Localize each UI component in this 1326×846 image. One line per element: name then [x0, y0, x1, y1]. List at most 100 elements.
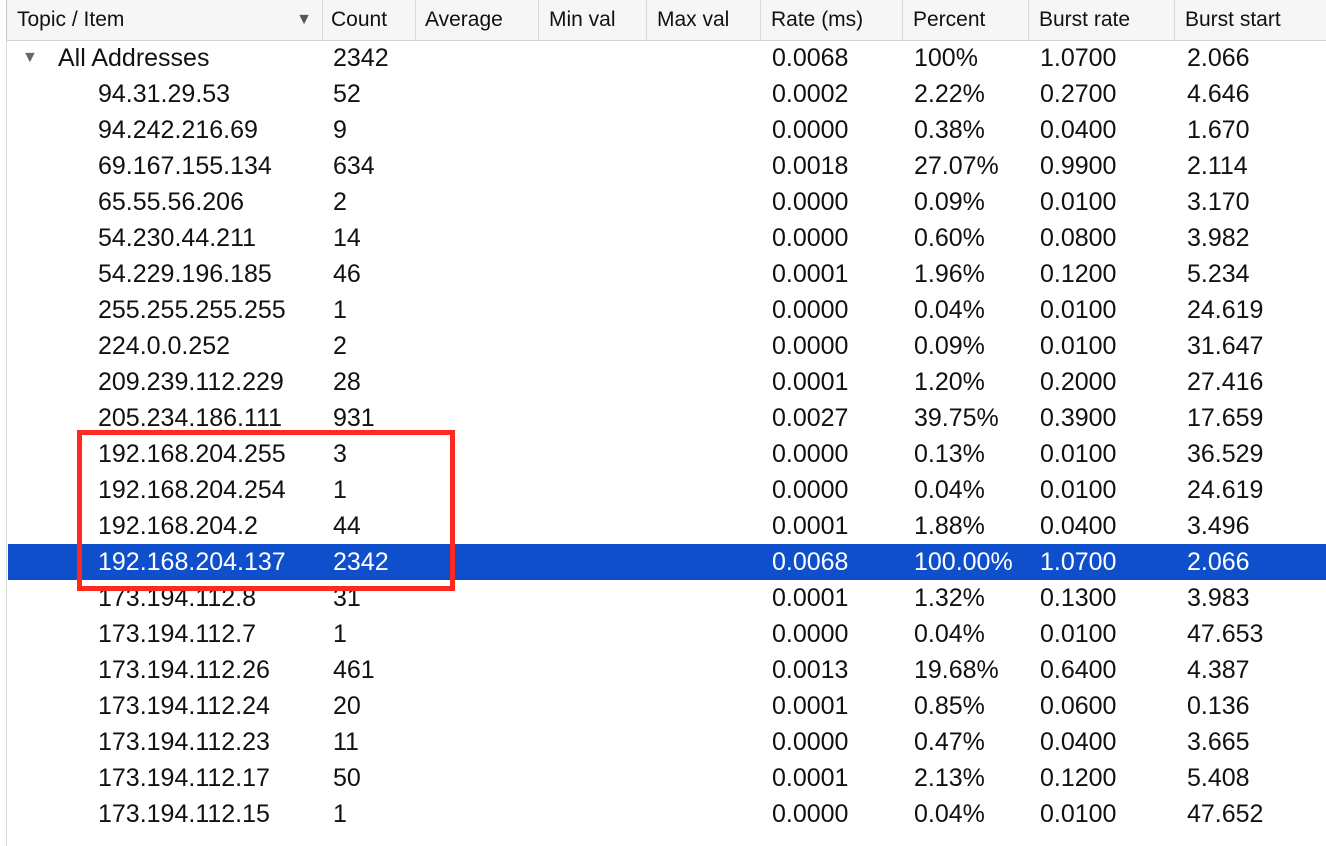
cell-count: 1: [333, 620, 347, 648]
table-row[interactable]: 173.194.112.7 1 0.0000 0.04% 0.0100 47.653: [0, 616, 1326, 652]
cell-percent: 39.75%: [914, 404, 999, 432]
cell-topic: 54.230.44.211: [98, 224, 257, 252]
cell-topic: 65.55.56.206: [98, 188, 244, 216]
column-header-min-val[interactable]: Min val: [539, 0, 647, 40]
cell-count: 52: [333, 80, 361, 108]
table-row[interactable]: 69.167.155.134 634 0.0018 27.07% 0.9900 2.114: [0, 148, 1326, 184]
cell-count: 14: [333, 224, 361, 252]
cell-percent: 0.04%: [914, 800, 985, 828]
column-header-percent[interactable]: Percent: [903, 0, 1029, 40]
cell-topic: 173.194.112.23: [98, 728, 270, 756]
table-row[interactable]: 94.31.29.53 52 0.0002 2.22% 0.2700 4.646: [0, 76, 1326, 112]
table-row[interactable]: 65.55.56.206 2 0.0000 0.09% 0.0100 3.170: [0, 184, 1326, 220]
table-row[interactable]: 209.239.112.229 28 0.0001 1.20% 0.2000 27.416: [0, 364, 1326, 400]
cell-percent: 1.20%: [914, 368, 985, 396]
cell-count: 11: [333, 728, 359, 756]
cell-percent: 0.47%: [914, 728, 985, 756]
cell-percent: 100.00%: [914, 548, 1013, 576]
cell-rate: 0.0000: [772, 728, 849, 756]
cell-rate: 0.0001: [772, 368, 849, 396]
cell-percent: 0.09%: [914, 188, 985, 216]
cell-topic: 173.194.112.15: [98, 800, 270, 828]
cell-percent: 2.22%: [914, 80, 985, 108]
cell-topic: 69.167.155.134: [98, 152, 272, 180]
table-row[interactable]: 192.168.204.254 1 0.0000 0.04% 0.0100 24.619: [0, 472, 1326, 508]
cell-burst-start: 47.653: [1187, 620, 1264, 648]
cell-burst-start: 2.066: [1187, 44, 1250, 72]
cell-topic: 255.255.255.255: [98, 296, 286, 324]
column-header-burst-rate[interactable]: Burst rate: [1029, 0, 1175, 40]
cell-burst-rate: 0.6400: [1040, 656, 1117, 684]
cell-burst-rate: 0.3900: [1040, 404, 1117, 432]
cell-rate: 0.0001: [772, 584, 849, 612]
cell-topic: 192.168.204.255: [98, 440, 286, 468]
cell-burst-start: 31.647: [1187, 332, 1264, 360]
cell-count: 1: [333, 800, 347, 828]
table-row[interactable]: 173.194.112.8 31 0.0001 1.32% 0.1300 3.983: [0, 580, 1326, 616]
cell-burst-rate: 0.1300: [1040, 584, 1117, 612]
cell-burst-start: 4.646: [1187, 80, 1250, 108]
cell-burst-rate: 0.1200: [1040, 260, 1117, 288]
table-row[interactable]: 173.194.112.24 20 0.0001 0.85% 0.0600 0.136: [0, 688, 1326, 724]
table-row[interactable]: 192.168.204.255 3 0.0000 0.13% 0.0100 36.529: [0, 436, 1326, 472]
cell-burst-start: 3.983: [1187, 584, 1250, 612]
cell-rate: 0.0027: [772, 404, 849, 432]
cell-rate: 0.0000: [772, 620, 849, 648]
cell-topic: 173.194.112.24: [98, 692, 270, 720]
cell-topic: All Addresses: [58, 44, 210, 72]
cell-topic: 173.194.112.26: [98, 656, 270, 684]
cell-burst-rate: 0.0100: [1040, 332, 1117, 360]
cell-burst-rate: 0.0100: [1040, 296, 1117, 324]
cell-rate: 0.0000: [772, 440, 849, 468]
cell-rate: 0.0001: [772, 512, 849, 540]
column-header-average[interactable]: Average: [415, 0, 539, 40]
column-header-rate[interactable]: Rate (ms): [761, 0, 903, 40]
cell-burst-start: 3.665: [1187, 728, 1250, 756]
cell-percent: 1.96%: [914, 260, 985, 288]
cell-topic: 173.194.112.7: [98, 620, 257, 648]
cell-burst-rate: 0.0100: [1040, 440, 1117, 468]
table-row[interactable]: 173.194.112.26 461 0.0013 19.68% 0.6400 4.387: [0, 652, 1326, 688]
cell-count: 2: [333, 188, 347, 216]
cell-burst-start: 47.652: [1187, 800, 1264, 828]
cell-topic: 94.31.29.53: [98, 80, 231, 108]
column-header-max-val[interactable]: Max val: [647, 0, 761, 40]
cell-burst-start: 24.619: [1187, 296, 1264, 324]
cell-count: 1: [333, 476, 347, 504]
cell-burst-start: 3.170: [1187, 188, 1250, 216]
column-header-count[interactable]: Count: [321, 0, 416, 40]
table-row-selected[interactable]: 192.168.204.137 2342 0.0068 100.00% 1.0700 2.…: [8, 544, 1326, 580]
cell-burst-rate: 0.0400: [1040, 728, 1117, 756]
cell-burst-start: 1.670: [1187, 116, 1250, 144]
cell-count: 1: [333, 296, 347, 324]
cell-topic: 192.168.204.2: [98, 512, 258, 540]
table-row[interactable]: 255.255.255.255 1 0.0000 0.04% 0.0100 24.619: [0, 292, 1326, 328]
cell-burst-start: 17.659: [1187, 404, 1264, 432]
table-row[interactable]: 173.194.112.15 1 0.0000 0.04% 0.0100 47.652: [0, 796, 1326, 832]
cell-percent: 0.04%: [914, 620, 985, 648]
table-row-all-addresses[interactable]: ▼ All Addresses 2342 0.0068 100% 1.0700 2.066: [0, 40, 1326, 76]
table-row[interactable]: 205.234.186.111 931 0.0027 39.75% 0.3900 17.6…: [0, 400, 1326, 436]
cell-burst-rate: 0.2000: [1040, 368, 1117, 396]
table-row[interactable]: 54.229.196.185 46 0.0001 1.96% 0.1200 5.234: [0, 256, 1326, 292]
sort-descending-icon[interactable]: ▼: [296, 0, 312, 40]
table-row[interactable]: 54.230.44.211 14 0.0000 0.60% 0.0800 3.982: [0, 220, 1326, 256]
cell-percent: 2.13%: [914, 764, 985, 792]
cell-burst-start: 0.136: [1187, 692, 1250, 720]
cell-rate: 0.0002: [772, 80, 849, 108]
cell-topic: 192.168.204.137: [98, 548, 286, 576]
table-row[interactable]: 173.194.112.17 50 0.0001 2.13% 0.1200 5.408: [0, 760, 1326, 796]
table-row[interactable]: 94.242.216.69 9 0.0000 0.38% 0.0400 1.670: [0, 112, 1326, 148]
column-header-topic[interactable]: Topic / Item ▼: [7, 0, 323, 40]
statistics-table: Topic / Item ▼ Count Average Min val Max…: [0, 0, 1326, 846]
cell-count: 28: [333, 368, 361, 396]
column-header-burst-start[interactable]: Burst start: [1175, 0, 1326, 40]
table-row[interactable]: 224.0.0.252 2 0.0000 0.09% 0.0100 31.647: [0, 328, 1326, 364]
disclosure-triangle-icon[interactable]: ▼: [22, 40, 38, 76]
cell-burst-start: 24.619: [1187, 476, 1264, 504]
table-row[interactable]: 173.194.112.23 11 0.0000 0.47% 0.0400 3.665: [0, 724, 1326, 760]
cell-topic: 173.194.112.17: [98, 764, 270, 792]
cell-count: 931: [333, 404, 375, 432]
cell-burst-start: 27.416: [1187, 368, 1264, 396]
table-row[interactable]: 192.168.204.2 44 0.0001 1.88% 0.0400 3.496: [0, 508, 1326, 544]
